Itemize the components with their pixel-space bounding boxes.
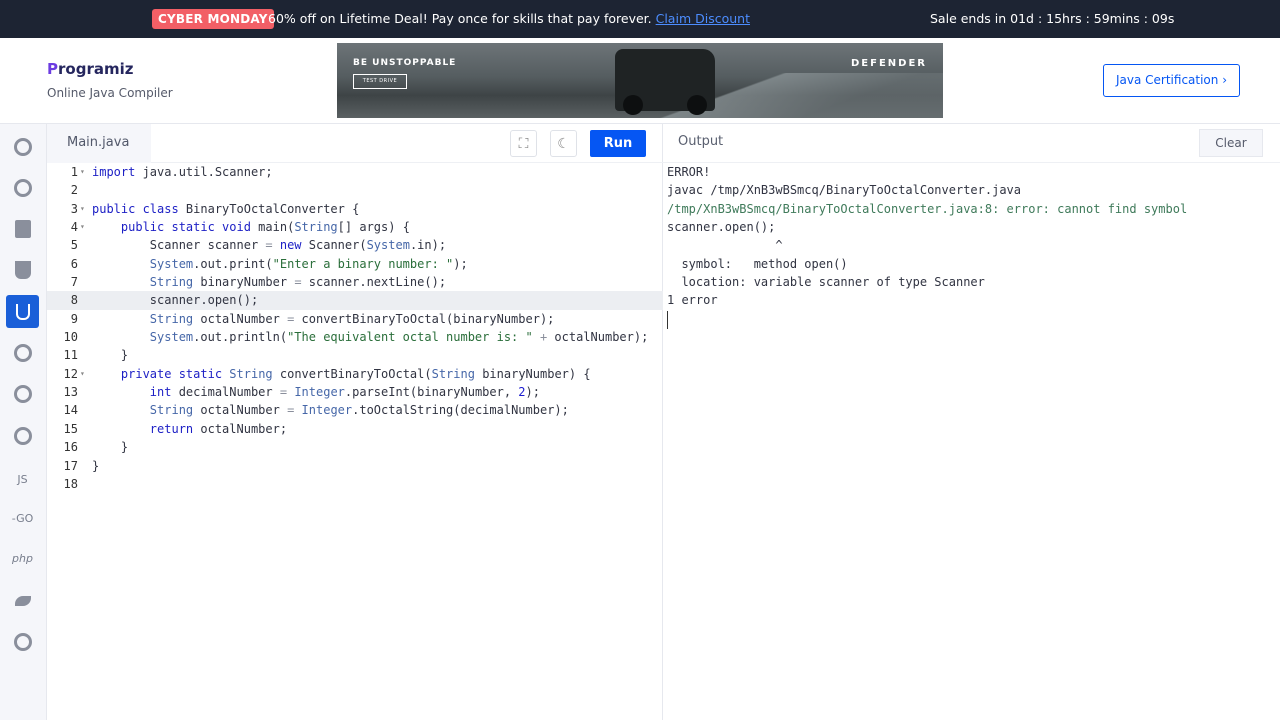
code-line: 7 String binaryNumber = scanner.nextLine… — [70, 275, 447, 290]
code-line: 3 ▾ public class BinaryToOctalConverter { — [70, 201, 360, 216]
code-line: 5 Scanner scanner = new Scanner(System.i… — [70, 238, 447, 253]
ad-brand: DEFENDER — [851, 58, 927, 69]
dark-mode-icon[interactable]: ☾ — [550, 130, 577, 157]
python-icon[interactable] — [6, 130, 39, 163]
logo-text: rogramiz — [58, 60, 134, 78]
output-line: javac /tmp/XnB3wBSmcq/BinaryToOctalConve… — [667, 183, 1022, 198]
code-area[interactable]: 1 ▾ import java.util.Scanner; 2 3 ▾ public c… — [47, 163, 663, 493]
code-line: 10 System.out.println("The equivalent oc… — [63, 330, 649, 345]
code-line: 6 System.out.print("Enter a binary numbe… — [70, 256, 468, 271]
c-icon[interactable] — [6, 336, 39, 369]
go-icon[interactable]: -GO — [6, 502, 39, 535]
cpp-icon[interactable] — [6, 377, 39, 410]
sale-timer: Sale ends in 01d : 15hrs : 59mins : 09s — [930, 11, 1175, 26]
code-line: 13 int decimalNumber = Integer.parseInt(… — [63, 385, 540, 400]
code-line: 18 — [63, 476, 78, 491]
cyber-monday-badge: CYBER MONDAY — [152, 9, 274, 29]
programiz-logo[interactable]: Programiz — [47, 60, 133, 78]
output-console[interactable]: ERROR! javac /tmp/XnB3wBSmcq/BinaryToOct… — [667, 163, 1187, 329]
output-line: location: variable scanner of type Scann… — [667, 275, 985, 290]
code-line: 15 return octalNumber; — [63, 421, 288, 436]
output-title: Output — [678, 134, 724, 149]
code-line: 17} — [63, 458, 100, 473]
code-editor-panel: Main.java ⛶ ☾ Run 1 ▾ import java.util.Sca… — [47, 124, 663, 720]
output-line: scanner.open(); — [667, 220, 776, 235]
run-button[interactable]: Run — [590, 130, 646, 157]
code-line: 16 } — [63, 440, 129, 455]
output-error-line: /tmp/XnB3wBSmcq/BinaryToOctalConverter.j… — [667, 201, 1188, 216]
language-sidebar: JS -GO php — [0, 124, 47, 720]
code-line: 2 — [70, 183, 78, 198]
editor-toolbar: Main.java ⛶ ☾ Run — [47, 124, 663, 163]
ad-tagline: BE UNSTOPPABLE — [353, 58, 457, 68]
clear-button[interactable]: Clear — [1199, 129, 1263, 157]
code-line: 11 } — [63, 348, 129, 363]
php-icon[interactable]: php — [6, 542, 39, 575]
code-line: 1 ▾ import java.util.Scanner; — [70, 165, 273, 179]
js-icon[interactable]: JS — [6, 463, 39, 496]
promo-message: 60% off on Lifetime Deal! Pay once for s… — [268, 11, 750, 26]
promo-text: 60% off on Lifetime Deal! Pay once for s… — [268, 11, 652, 26]
java-certification-button[interactable]: Java Certification › — [1103, 64, 1240, 97]
fullscreen-icon[interactable]: ⛶ — [510, 130, 537, 157]
output-line: symbol: method open() — [667, 256, 848, 271]
code-line-active: 8 scanner.open(); — [47, 291, 663, 310]
output-line: 1 error — [667, 293, 718, 308]
claim-discount-link[interactable]: Claim Discount — [656, 11, 750, 26]
console-cursor — [667, 310, 668, 329]
csharp-icon[interactable] — [6, 419, 39, 452]
promo-bar: CYBER MONDAY 60% off on Lifetime Deal! P… — [0, 0, 1280, 38]
output-line: ERROR! — [667, 165, 711, 179]
r-icon[interactable] — [6, 171, 39, 204]
sql-icon[interactable] — [6, 212, 39, 245]
header: Programiz Online Java Compiler BE UNSTOP… — [0, 38, 1280, 124]
output-line: ^ — [667, 238, 783, 253]
advertisement-banner[interactable]: BE UNSTOPPABLE TEST DRIVE DEFENDER — [337, 43, 943, 118]
output-toolbar: Output Clear — [663, 124, 1280, 163]
ad-car-image — [615, 49, 715, 115]
code-line: 12 ▾ private static String convertBinaryT… — [63, 366, 591, 381]
code-line: 4 ▾ public static void main(String[] args… — [70, 220, 410, 235]
html-icon[interactable] — [6, 253, 39, 286]
java-icon[interactable] — [6, 295, 39, 328]
rust-icon[interactable] — [6, 625, 39, 658]
logo-p: P — [47, 60, 58, 78]
code-line: 14 String octalNumber = Integer.toOctalS… — [63, 403, 569, 418]
ad-test-drive-button[interactable]: TEST DRIVE — [353, 74, 407, 89]
output-panel: Output Clear ERROR! javac /tmp/XnB3wBSmc… — [663, 124, 1280, 720]
file-tab-main-java[interactable]: Main.java — [47, 124, 151, 163]
swift-icon[interactable] — [6, 584, 39, 617]
page-subtitle: Online Java Compiler — [47, 86, 173, 100]
code-line: 9 String octalNumber = convertBinaryToOc… — [70, 311, 555, 326]
